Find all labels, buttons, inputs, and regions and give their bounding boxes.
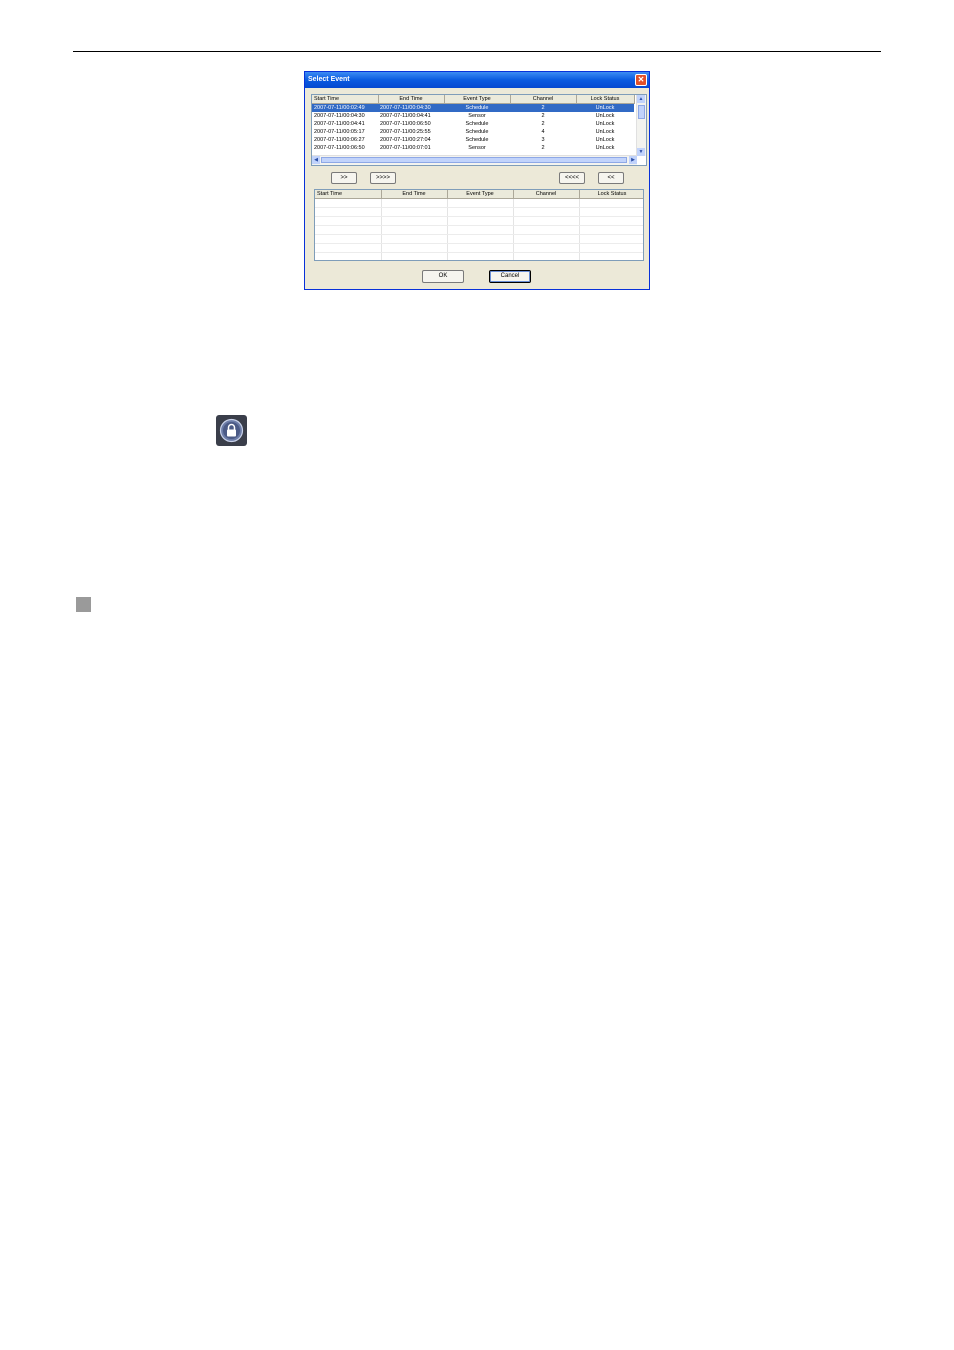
lock-icon [216, 415, 247, 446]
cell-channel: 2 [541, 113, 545, 119]
selected-events-table[interactable]: Start Time End Time Event Type Channel L… [314, 189, 644, 261]
remove-all-button[interactable]: <<<< [559, 172, 585, 184]
cell-end-time: 2007-07-11/00:04:41 [380, 113, 431, 119]
cell-start-time: 2007-07-11/00:04:30 [314, 113, 365, 119]
scroll-left-icon[interactable]: ◀ [312, 156, 320, 164]
cell-channel: 2 [541, 145, 545, 151]
close-icon[interactable]: ✕ [635, 74, 647, 86]
vertical-scroll-thumb[interactable] [638, 105, 645, 119]
page-header-rule [73, 51, 881, 52]
cell-event-type: Schedule [465, 121, 489, 127]
cell-end-time: 2007-07-11/00:25:55 [380, 129, 431, 135]
event-list-table[interactable]: Start Time End Time Event Type Channel L… [311, 94, 647, 166]
cell-channel: 2 [510, 103, 576, 112]
cell-channel: 2 [541, 121, 545, 127]
col-header-end-time[interactable]: End Time [381, 190, 448, 199]
empty-row [315, 216, 643, 226]
empty-row [315, 243, 643, 253]
cell-lock-status: UnLock [595, 121, 615, 127]
event-list-header: Start Time End Time Event Type Channel L… [312, 95, 635, 104]
cell-lock-status: UnLock [595, 137, 615, 143]
empty-row [315, 234, 643, 244]
add-selected-button[interactable]: >> [331, 172, 357, 184]
cell-event-type: Schedule [465, 129, 489, 135]
col-header-lock-status[interactable]: Lock Status [576, 95, 635, 104]
select-event-dialog: Select Event ✕ Start Time End Time Event… [304, 71, 650, 290]
cell-end-time: 2007-07-11/00:27:04 [380, 137, 431, 143]
empty-row [315, 225, 643, 235]
cell-lock-status: UnLock [595, 129, 615, 135]
remove-selected-button[interactable]: << [598, 172, 624, 184]
cell-lock-status: UnLock [595, 113, 615, 119]
ok-button[interactable]: OK [422, 270, 464, 283]
cell-event-type: Sensor [468, 145, 486, 151]
table-row[interactable]: 2007-07-11/00:02:49 2007-07-11/00:04:30 … [312, 103, 634, 112]
add-all-button[interactable]: >>>> [370, 172, 396, 184]
cancel-button[interactable]: Cancel [489, 270, 531, 283]
cell-end-time: 2007-07-11/00:04:30 [378, 103, 444, 112]
cell-channel: 3 [541, 137, 545, 143]
cell-start-time: 2007-07-11/00:05:17 [314, 129, 365, 135]
horizontal-scrollbar[interactable]: ◀ ▶ [312, 155, 637, 165]
table-row[interactable]: 2007-07-11/00:05:17 2007-07-11/00:25:55 … [312, 128, 634, 136]
cell-start-time: 2007-07-11/00:02:49 [312, 103, 378, 112]
table-row[interactable]: 2007-07-11/00:04:30 2007-07-11/00:04:41 … [312, 112, 634, 120]
table-row[interactable]: 2007-07-11/00:04:41 2007-07-11/00:06:50 … [312, 120, 634, 128]
selected-list-header: Start Time End Time Event Type Channel L… [315, 190, 643, 199]
horizontal-scroll-thumb[interactable] [321, 157, 627, 163]
table-row[interactable]: 2007-07-11/00:06:50 2007-07-11/00:07:01 … [312, 144, 634, 152]
col-header-start-time[interactable]: Start Time [315, 190, 382, 199]
col-header-channel[interactable]: Channel [513, 190, 580, 199]
col-header-end-time[interactable]: End Time [378, 95, 445, 104]
cell-end-time: 2007-07-11/00:07:01 [380, 145, 431, 151]
table-row[interactable]: 2007-07-11/00:06:27 2007-07-11/00:27:04 … [312, 136, 634, 144]
col-header-channel[interactable]: Channel [510, 95, 577, 104]
col-header-lock-status[interactable]: Lock Status [579, 190, 643, 199]
dialog-titlebar: Select Event [305, 72, 649, 88]
empty-row [315, 207, 643, 217]
empty-row [315, 252, 643, 260]
cell-event-type: Schedule [465, 137, 489, 143]
cell-event-type: Sensor [468, 113, 486, 119]
cell-lock-status: UnLock [576, 103, 634, 112]
square-bullet-icon [76, 597, 91, 612]
scroll-right-icon[interactable]: ▶ [629, 156, 637, 164]
col-header-start-time[interactable]: Start Time [312, 95, 379, 104]
col-header-event-type[interactable]: Event Type [444, 95, 511, 104]
empty-row [315, 198, 643, 208]
cell-channel: 4 [541, 129, 545, 135]
cell-lock-status: UnLock [595, 145, 615, 151]
dialog-title: Select Event [308, 76, 350, 83]
cell-start-time: 2007-07-11/00:06:27 [314, 137, 365, 143]
scroll-up-icon[interactable]: ▲ [637, 95, 645, 103]
cell-end-time: 2007-07-11/00:06:50 [380, 121, 431, 127]
col-header-event-type[interactable]: Event Type [447, 190, 514, 199]
vertical-scrollbar[interactable]: ▲ ▼ [636, 95, 646, 156]
cell-start-time: 2007-07-11/00:06:50 [314, 145, 365, 151]
scroll-down-icon[interactable]: ▼ [637, 148, 645, 156]
cell-start-time: 2007-07-11/00:04:41 [314, 121, 365, 127]
cell-event-type: Schedule [444, 103, 510, 112]
